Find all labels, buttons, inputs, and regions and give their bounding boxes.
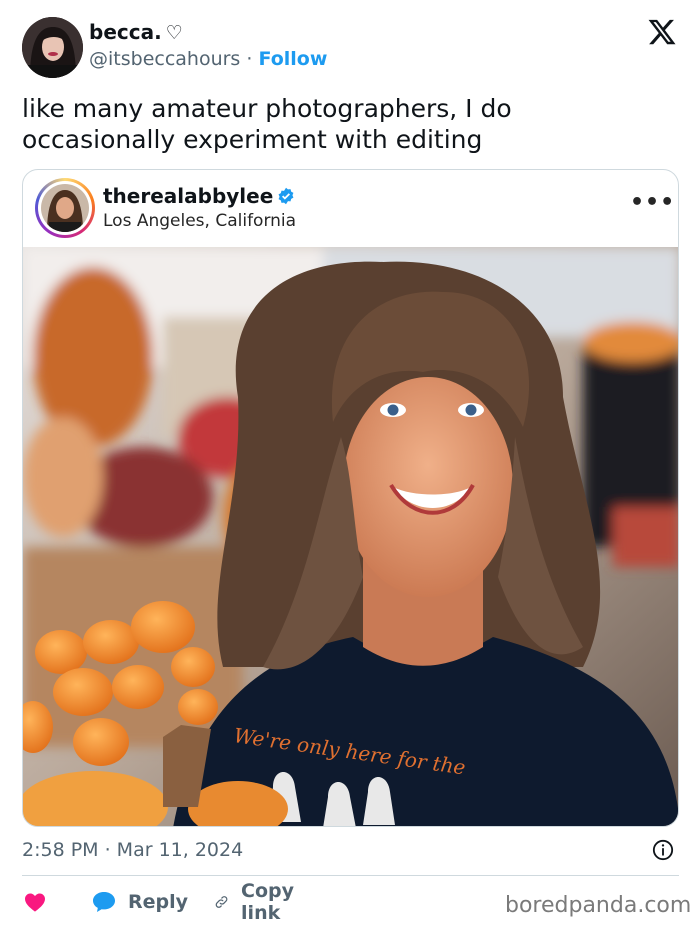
info-icon[interactable] (652, 839, 674, 861)
copy-link-label[interactable]: Copy link (241, 880, 303, 924)
reply-button[interactable]: Reply (92, 888, 188, 916)
footer-divider (22, 875, 679, 876)
tweet-text: like many amateur photographers, I do oc… (22, 94, 512, 154)
ig-username-text[interactable]: therealabbylee (103, 184, 273, 208)
ig-avatar (41, 184, 89, 232)
heart-icon[interactable] (22, 890, 48, 914)
tweet-timestamp[interactable]: 2:58 PM · Mar 11, 2024 (22, 839, 243, 861)
author-handle-row: @itsbeccahours · Follow (89, 48, 327, 70)
handle-separator: · (246, 48, 253, 70)
follow-button[interactable]: Follow (258, 48, 327, 70)
more-icon[interactable]: ••• (630, 190, 675, 215)
post-photo[interactable]: We're only here for the (23, 247, 679, 827)
like-button[interactable] (22, 888, 48, 916)
ig-story-ring[interactable] (35, 178, 95, 238)
author-name[interactable]: becca. ♡ (89, 20, 183, 44)
author-handle[interactable]: @itsbeccahours (89, 48, 240, 70)
author-display-name[interactable]: becca. (89, 20, 162, 44)
author-avatar[interactable] (22, 17, 83, 78)
link-icon[interactable] (214, 890, 229, 914)
reply-label[interactable]: Reply (128, 891, 188, 913)
copy-link-button[interactable]: Copy link (214, 880, 303, 924)
reply-bubble-icon[interactable] (92, 891, 116, 913)
verified-badge-icon (278, 187, 294, 205)
ig-location[interactable]: Los Angeles, California (103, 211, 296, 231)
x-logo-icon[interactable] (647, 17, 677, 47)
embedded-instagram-post[interactable]: therealabbylee Los Angeles, California •… (22, 169, 679, 827)
boredpanda-watermark: boredpanda.com (505, 893, 692, 918)
ig-username[interactable]: therealabbylee (103, 184, 295, 208)
name-heart-symbol: ♡ (165, 22, 183, 44)
tweet-embed: becca. ♡ @itsbeccahours · Follow like man… (0, 0, 700, 929)
